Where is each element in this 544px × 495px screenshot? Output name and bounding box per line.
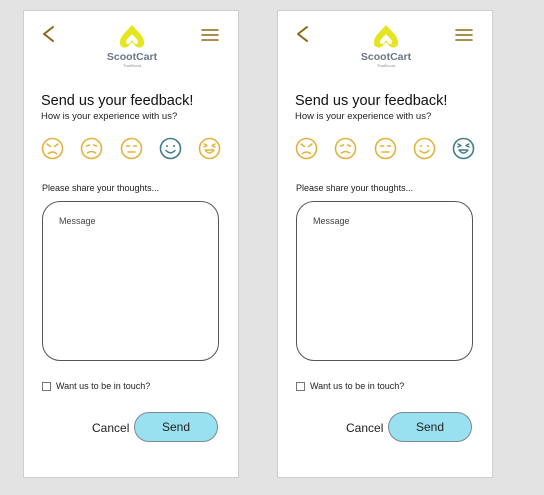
touch-checkbox[interactable]: [296, 382, 305, 391]
touch-checkbox[interactable]: [42, 382, 51, 391]
rating-sad[interactable]: [334, 137, 357, 160]
page-subtitle: How is your experience with us?: [295, 111, 432, 122]
menu-button[interactable]: [200, 27, 220, 43]
send-button[interactable]: Send: [388, 412, 472, 442]
cancel-button[interactable]: Cancel: [92, 421, 129, 435]
rating-sad[interactable]: [80, 137, 103, 160]
scootcart-logo: ScootCart ThatScoot: [104, 23, 160, 73]
sad-face-icon: [80, 137, 103, 160]
menu-button[interactable]: [454, 27, 474, 43]
rating-faces: [41, 137, 223, 161]
sad-face-icon: [334, 137, 357, 160]
logo-name: ScootCart: [106, 51, 158, 63]
neutral-face-icon: [374, 137, 397, 160]
touch-label: Want us to be in touch?: [56, 381, 151, 391]
rating-happy[interactable]: [413, 137, 436, 160]
chevron-left-icon: [297, 26, 308, 42]
angry-face-icon: [41, 137, 64, 160]
rating-happy-selected[interactable]: [159, 137, 182, 160]
logo-tagline: ThatScoot: [376, 63, 396, 68]
cancel-button[interactable]: Cancel: [346, 421, 383, 435]
message-textarea[interactable]: [296, 201, 473, 361]
thoughts-label: Please share your thoughts...: [296, 183, 414, 193]
touch-label: Want us to be in touch?: [310, 381, 405, 391]
very-happy-face-icon: [198, 137, 221, 160]
rating-faces: [295, 137, 477, 161]
rating-very-happy-selected[interactable]: [452, 137, 475, 160]
scootcart-logo: ScootCart ThatScoot: [358, 23, 414, 73]
send-button[interactable]: Send: [134, 412, 218, 442]
page-title: Send us your feedback!: [41, 93, 194, 109]
message-textarea[interactable]: [42, 201, 219, 361]
chevron-left-icon: [43, 26, 54, 42]
thoughts-label: Please share your thoughts...: [42, 183, 160, 193]
rating-neutral[interactable]: [120, 137, 143, 160]
page-subtitle: How is your experience with us?: [41, 111, 178, 122]
feedback-screen-1: ScootCart ThatScoot Send us your feedbac…: [23, 10, 239, 478]
logo-tagline: ThatScoot: [122, 63, 142, 68]
logo-mark-icon: [119, 25, 145, 48]
hamburger-menu-icon: [201, 29, 219, 41]
rating-neutral[interactable]: [374, 137, 397, 160]
back-button[interactable]: [294, 23, 312, 45]
angry-face-icon: [295, 137, 318, 160]
happy-face-icon: [159, 137, 182, 160]
rating-very-happy[interactable]: [198, 137, 221, 160]
very-happy-face-icon: [452, 137, 475, 160]
feedback-screen-2: ScootCart ThatScoot Send us your feedbac…: [277, 10, 493, 478]
rating-angry[interactable]: [295, 137, 318, 160]
back-button[interactable]: [40, 23, 58, 45]
page-title: Send us your feedback!: [295, 93, 448, 109]
hamburger-menu-icon: [455, 29, 473, 41]
logo-name: ScootCart: [360, 51, 412, 63]
logo-mark-icon: [373, 25, 399, 48]
neutral-face-icon: [120, 137, 143, 160]
happy-face-icon: [413, 137, 436, 160]
rating-angry[interactable]: [41, 137, 64, 160]
